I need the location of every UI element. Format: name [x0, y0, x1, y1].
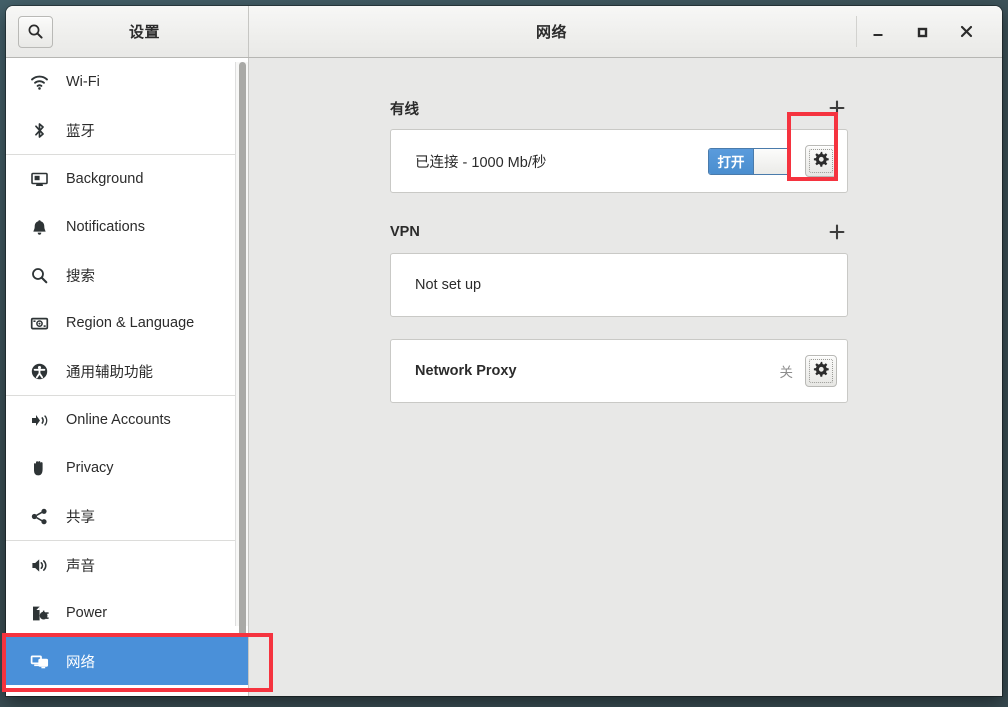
sidebar-item-label: Power	[66, 605, 108, 621]
wired-section-title: 有线	[390, 101, 419, 118]
gear-icon	[813, 151, 829, 172]
vpn-card: Not set up	[390, 253, 848, 317]
sidebar-item-power[interactable]: Power	[6, 589, 248, 637]
sidebar-item-label: 共享	[66, 509, 95, 526]
sidebar-item-privacy[interactable]: Privacy	[6, 444, 248, 492]
maximize-icon	[915, 25, 929, 39]
sidebar-item-search[interactable]: 搜索	[6, 251, 248, 299]
online-accounts-icon	[26, 411, 52, 430]
sidebar-item-online-accounts[interactable]: Online Accounts	[6, 396, 248, 444]
sidebar: Wi-Fi 蓝牙 Background Notifications 搜索 Reg…	[6, 58, 249, 696]
share-icon	[26, 507, 52, 526]
close-icon	[959, 24, 974, 39]
header-left-pane: 设置	[6, 6, 249, 57]
proxy-card: Network Proxy 关	[390, 339, 848, 403]
minimize-button[interactable]	[856, 13, 900, 51]
sidebar-item-label: Wi-Fi	[66, 74, 100, 90]
maximize-button[interactable]	[900, 13, 944, 51]
proxy-status: 关	[779, 365, 794, 380]
vpn-status-label: Not set up	[415, 277, 482, 293]
wired-settings-button[interactable]	[805, 145, 837, 177]
sidebar-item-label: Background	[66, 171, 144, 187]
sidebar-title: 设置	[128, 24, 160, 41]
network-icon	[26, 652, 52, 671]
proxy-row: Network Proxy 关	[391, 340, 847, 402]
hand-icon	[26, 459, 52, 478]
wired-toggle-label: 打开	[709, 148, 753, 174]
vpn-section-title: VPN	[390, 224, 420, 240]
proxy-settings-button[interactable]	[805, 355, 837, 387]
sidebar-list: Wi-Fi 蓝牙 Background Notifications 搜索 Reg…	[6, 58, 248, 685]
sidebar-item-sound[interactable]: 声音	[6, 541, 248, 589]
main-panel: 有线 已连接 - 1000 Mb/秒 打开 VPN Not set up Net…	[249, 58, 1002, 696]
sidebar-item-label: 通用辅助功能	[66, 364, 153, 381]
sidebar-item-label: 声音	[66, 558, 95, 575]
minimize-icon	[871, 25, 885, 39]
window-body: Wi-Fi 蓝牙 Background Notifications 搜索 Reg…	[6, 58, 1002, 696]
sidebar-item-bluetooth[interactable]: 蓝牙	[6, 106, 248, 154]
search-icon	[26, 266, 52, 285]
network-content: 有线 已连接 - 1000 Mb/秒 打开 VPN Not set up Net…	[390, 95, 848, 403]
sidebar-item-accessibility[interactable]: 通用辅助功能	[6, 347, 248, 395]
add-vpn-button[interactable]	[826, 221, 848, 243]
power-plug-icon	[26, 604, 52, 623]
sidebar-scrollbar[interactable]	[235, 62, 248, 636]
close-button[interactable]	[944, 13, 988, 51]
search-button[interactable]	[18, 15, 53, 48]
vpn-row: Not set up	[391, 254, 847, 316]
vpn-section-header: VPN	[390, 219, 848, 245]
page-title: 网络	[535, 24, 567, 41]
sidebar-item-label: Online Accounts	[66, 412, 171, 428]
wired-status-label: 已连接 - 1000 Mb/秒	[415, 154, 547, 171]
speaker-icon	[26, 556, 52, 575]
sidebar-item-wifi[interactable]: Wi-Fi	[6, 58, 248, 106]
wifi-icon	[26, 73, 52, 92]
sidebar-item-label: Region & Language	[66, 315, 195, 331]
header-right-pane: 网络	[249, 6, 1002, 57]
settings-window: 设置 网络 Wi-Fi 蓝牙 Background Notifications …	[6, 6, 1002, 696]
sidebar-scrollbar-thumb[interactable]	[239, 62, 246, 636]
wired-toggle-switch[interactable]: 打开	[708, 147, 791, 175]
region-language-icon	[26, 314, 52, 333]
proxy-label: Network Proxy	[415, 363, 517, 379]
search-icon	[27, 23, 44, 40]
sidebar-item-background[interactable]: Background	[6, 155, 248, 203]
sidebar-item-sharing[interactable]: 共享	[6, 492, 248, 540]
sidebar-item-label: 搜索	[66, 268, 95, 285]
sidebar-item-label: 蓝牙	[66, 123, 95, 140]
wired-row: 已连接 - 1000 Mb/秒 打开	[391, 130, 847, 192]
wired-section-header: 有线	[390, 95, 848, 121]
gear-icon	[813, 361, 829, 382]
header-bar: 设置 网络	[6, 6, 1002, 58]
background-icon	[26, 170, 52, 189]
add-wired-button[interactable]	[826, 97, 848, 119]
sidebar-item-label: 网络	[66, 654, 95, 671]
window-controls	[856, 6, 1002, 57]
sidebar-item-label: Notifications	[66, 219, 145, 235]
sidebar-item-label: Privacy	[66, 460, 114, 476]
sidebar-item-region-language[interactable]: Region & Language	[6, 299, 248, 347]
accessibility-icon	[26, 362, 52, 381]
bluetooth-icon	[26, 121, 52, 140]
sidebar-item-network[interactable]: 网络	[6, 637, 248, 685]
bell-icon	[26, 218, 52, 237]
wired-toggle-knob	[753, 148, 790, 174]
sidebar-item-notifications[interactable]: Notifications	[6, 203, 248, 251]
wired-card: 已连接 - 1000 Mb/秒 打开	[390, 129, 848, 193]
